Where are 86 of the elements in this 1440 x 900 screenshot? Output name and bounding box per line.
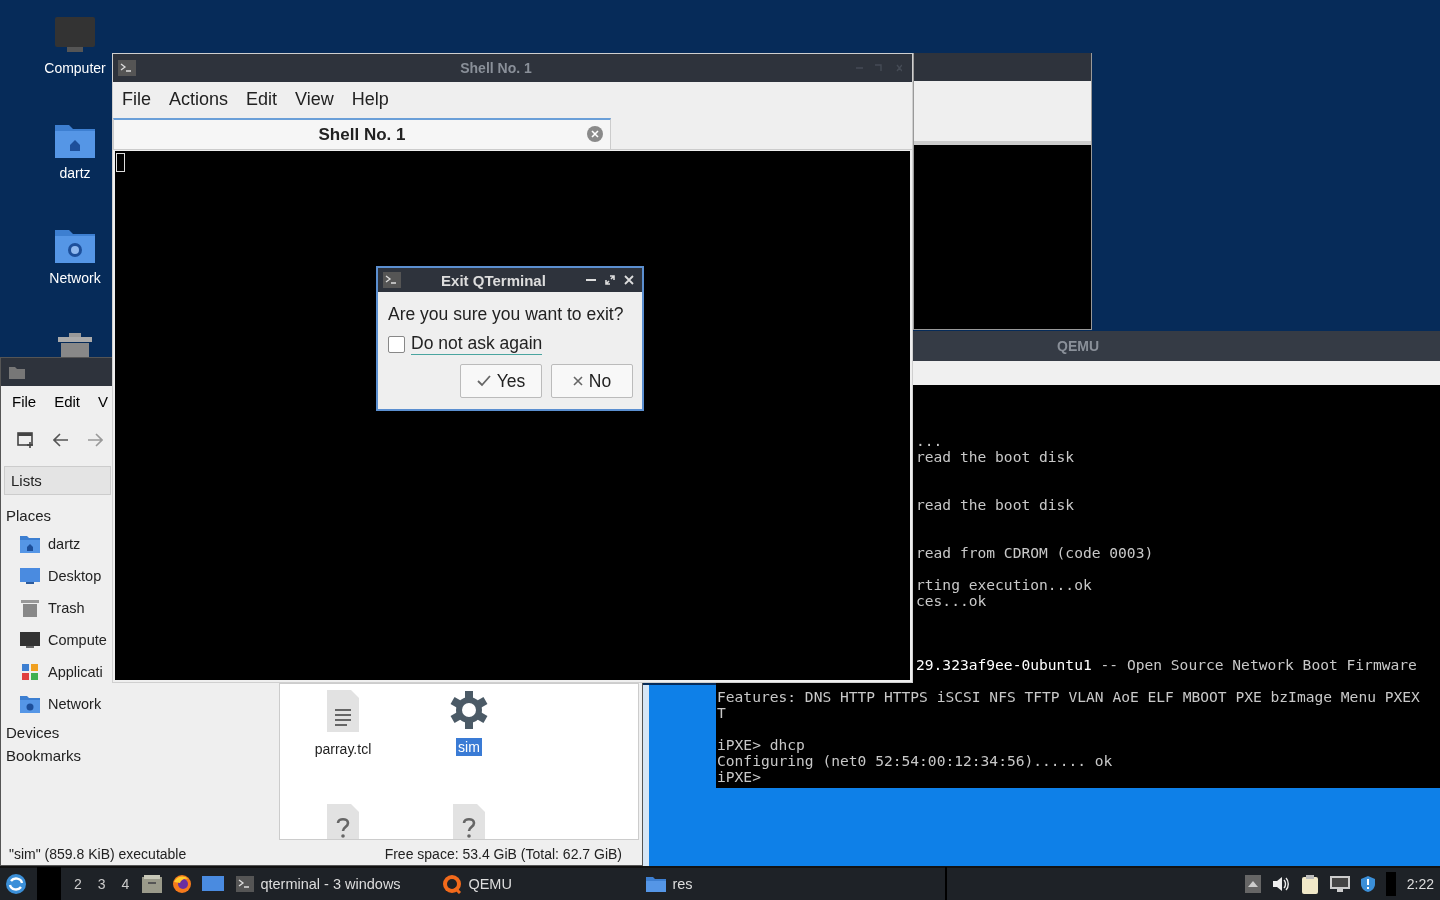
applications-icon[interactable] (20, 663, 40, 681)
network-icon[interactable] (1329, 876, 1350, 892)
close-icon[interactable] (624, 275, 634, 285)
sidebar-heading[interactable]: Places (1, 495, 111, 528)
ring-icon (442, 874, 463, 894)
terminal-line: read from CDROM (code 0003) (916, 544, 1154, 561)
file-manager-icon[interactable] (142, 875, 163, 893)
no-button[interactable]: No (551, 364, 633, 398)
sidebar-item[interactable]: Trash (48, 600, 85, 616)
network-folder-icon[interactable] (20, 695, 40, 713)
sidebar-item[interactable]: Network (48, 696, 102, 712)
file-name[interactable]: parray.tcl (312, 740, 374, 758)
sidebar-heading[interactable]: Bookmarks (1, 743, 111, 766)
desktop-icon[interactable] (20, 567, 40, 585)
terminal-icon (118, 60, 136, 76)
file-name[interactable]: sim (456, 738, 482, 756)
checkbox-label[interactable]: Do not ask again (411, 333, 543, 355)
folder-icon (9, 365, 25, 379)
status-text: "sim" (859.8 KiB) executable (9, 846, 187, 862)
terminal-line: read the boot disk (916, 496, 1075, 513)
terminal-line: read the boot disk (916, 448, 1075, 465)
back-arrow-icon[interactable] (53, 433, 69, 447)
terminal-line: iPXE> dhcp (717, 736, 805, 753)
menu-item[interactable]: Actions (160, 88, 238, 110)
new-tab-icon[interactable] (17, 431, 35, 449)
checkbox[interactable] (388, 335, 405, 353)
window-title: Shell No. 1 (459, 60, 533, 76)
workspace-button[interactable]: 4 (118, 876, 133, 892)
maximize-icon[interactable] (605, 275, 615, 285)
dialog-message: Are you sure you want to exit? (388, 304, 625, 325)
unknown-file-icon[interactable] (327, 804, 359, 839)
sidebar-tab[interactable]: Lists (4, 466, 111, 495)
menu-item[interactable]: Edit (54, 392, 81, 410)
home-folder-icon[interactable] (20, 535, 40, 553)
menu-item[interactable]: Help (342, 88, 398, 110)
gear-icon[interactable] (449, 690, 489, 730)
terminal-tab[interactable]: Shell No. 1 (113, 118, 611, 149)
taskbar-task[interactable]: qterminal - 3 windows (234, 876, 431, 892)
terminal-line: iPXE> (717, 768, 761, 785)
text-cursor (116, 153, 125, 172)
folder-icon (646, 876, 667, 892)
terminal-line: ces...ok (916, 592, 987, 609)
check-icon (476, 375, 491, 387)
clock[interactable]: 2:22 (1406, 876, 1434, 892)
menu-item[interactable]: File (113, 88, 160, 110)
free-space-text: Free space: 53.4 GiB (Total: 62.7 GiB) (384, 846, 622, 862)
sidebar-item[interactable]: Desktop (48, 568, 102, 584)
terminal-line: Configuring (net0 52:54:00:12:34:56)...... ok (717, 752, 1113, 769)
sidebar-item[interactable]: Applicati (48, 664, 103, 680)
terminal-line: Features: DNS HTTP HTTPS iSCSI NFS TFTP VLAN AoE ELF MBOOT PXE bzImage Menu PXEX (717, 688, 1420, 705)
workspace-button[interactable]: 2 (71, 876, 85, 892)
sidebar-item[interactable]: dartz (48, 536, 81, 552)
terminal-line: ... (916, 432, 943, 449)
taskbar-task[interactable]: res (644, 876, 695, 892)
window-title: QEMU (1057, 338, 1099, 354)
terminal-line: 29.323af9ee-0ubuntu1 -- Open Source Network Boot Firmware (916, 656, 1417, 673)
terminal-line: rting execution...ok (916, 576, 1092, 593)
desktop-icon-label[interactable]: Computer (44, 60, 106, 76)
workspace-button[interactable]: 3 (94, 876, 109, 892)
close-icon (572, 376, 583, 386)
minimize-icon[interactable] (586, 278, 596, 282)
desktop-icon-label[interactable]: Network (49, 270, 101, 286)
start-menu-icon[interactable] (5, 873, 27, 895)
trash-icon[interactable] (20, 599, 40, 617)
info-shield-icon[interactable] (1360, 876, 1375, 892)
menu-item[interactable]: Edit (237, 88, 287, 110)
dialog-title: Exit QTerminal (440, 271, 547, 289)
menu-item[interactable]: V (98, 392, 109, 410)
clipboard-icon[interactable] (1300, 874, 1319, 894)
unknown-file-icon[interactable] (453, 804, 485, 839)
desktop-icon-label[interactable]: dartz (59, 165, 91, 181)
terminal-line: T (717, 704, 726, 721)
browser-icon[interactable] (172, 874, 193, 894)
yes-button[interactable]: Yes (460, 364, 542, 398)
sidebar-heading[interactable]: Devices (1, 720, 111, 743)
text-file-icon[interactable] (327, 690, 359, 732)
menu-item[interactable]: File (12, 392, 37, 410)
desktop-icon[interactable] (202, 876, 225, 892)
menu-item[interactable]: View (286, 88, 343, 110)
terminal-icon (236, 876, 255, 892)
taskbar-task[interactable]: QEMU (440, 874, 635, 894)
speaker-icon[interactable] (1271, 876, 1290, 892)
computer-icon[interactable] (20, 631, 40, 649)
arrow-up-icon[interactable] (1244, 875, 1261, 893)
sidebar-item[interactable]: Compute (48, 632, 107, 648)
terminal-icon (383, 272, 401, 288)
